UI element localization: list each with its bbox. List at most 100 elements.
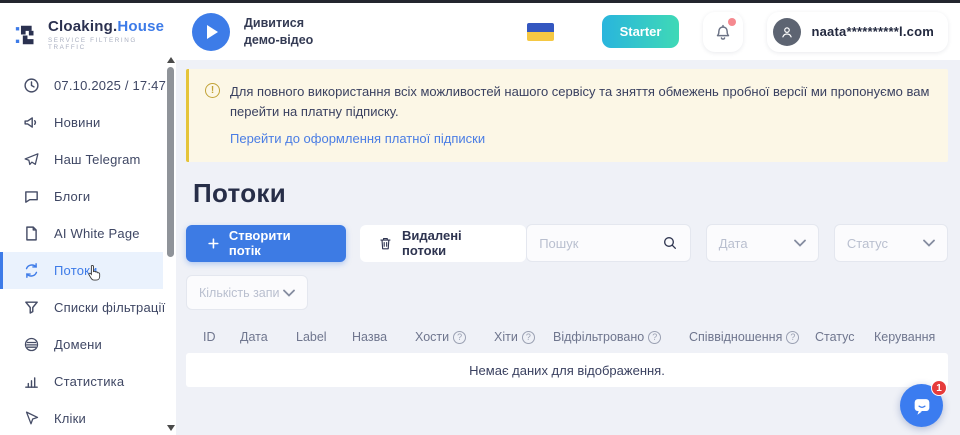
sidebar-item-label: Наш Telegram [54,152,141,167]
deleted-flows-button[interactable]: Видалені потоки [360,225,526,262]
column-header-ratio[interactable]: Співвідношення? [689,330,815,344]
help-icon[interactable]: ? [453,331,466,344]
sidebar-item-clicks[interactable]: Кліки [0,400,176,435]
ukraine-flag-icon[interactable] [527,23,554,41]
help-icon[interactable]: ? [786,331,799,344]
window-top-edge [0,0,960,3]
clock-icon [23,77,40,94]
column-header-hits[interactable]: Хіти? [494,330,553,344]
sidebar-item-label: Списки фільтрації [54,300,165,315]
plan-badge[interactable]: Starter [602,15,680,48]
per-page-row: Кількість запи [186,275,948,310]
per-page-dropdown[interactable]: Кількість запи [186,275,308,310]
search-field[interactable] [526,224,691,262]
status-filter-dropdown[interactable]: Статус [834,224,948,262]
search-input[interactable] [539,236,649,251]
trial-banner: ! Для повного використання всіх можливос… [186,69,948,162]
help-icon[interactable]: ? [522,331,535,344]
column-header-status[interactable]: Статус [815,330,874,344]
plus-icon [207,237,220,250]
chat-unread-badge: 1 [931,380,947,396]
chevron-down-icon [283,289,295,297]
help-icon[interactable]: ? [648,331,661,344]
brand-accent: House [117,18,164,35]
sidebar-item-label: Новини [54,115,100,130]
trash-icon [378,236,393,251]
sidebar-nav: 07.10.2025 / 17:47 Новини Наш Telegram Б… [0,67,176,435]
column-header-name[interactable]: Назва [352,330,415,344]
chevron-down-icon [923,239,935,247]
column-header-actions[interactable]: Керування [874,330,954,344]
avatar [773,18,801,46]
notifications-button[interactable] [703,12,743,52]
telegram-icon [23,151,40,168]
sidebar-item-filter-lists[interactable]: Списки фільтрації [0,289,176,326]
deleted-flows-label: Видалені потоки [402,228,508,258]
cursor-icon [23,410,40,427]
search-icon[interactable] [662,235,678,251]
chevron-down-icon [794,239,806,247]
mouse-hand-cursor [84,262,106,284]
logo-mark-icon [14,22,40,48]
filter-icon [23,299,40,316]
sidebar-item-label: Блоги [54,189,90,204]
scroll-down-arrow[interactable] [167,425,175,431]
column-header-label[interactable]: Label [296,330,352,344]
chat-widget-button[interactable]: 1 [900,384,943,427]
per-page-label: Кількість запи [199,286,281,300]
page-title: Потоки [193,178,948,209]
column-header-filtered[interactable]: Відфільтровано? [553,330,689,344]
sidebar-item-news[interactable]: Новини [0,104,176,141]
sidebar-item-blogs[interactable]: Блоги [0,178,176,215]
brand-dark: Cloaking. [48,18,117,35]
scroll-up-arrow[interactable] [167,57,175,63]
status-filter-label: Статус [847,236,888,251]
sidebar-item-telegram[interactable]: Наш Telegram [0,141,176,178]
demo-video-label[interactable]: Дивитися демо-відео [244,15,328,48]
sidebar-item-date[interactable]: 07.10.2025 / 17:47 [0,67,176,104]
user-menu[interactable]: naata**********l.com [767,12,948,52]
sidebar-item-label: Кліки [54,411,86,426]
sidebar: Cloaking.House SERVICE FILTERING TRAFFIC… [0,3,176,435]
chat-bubble-icon [23,188,40,205]
subscribe-link[interactable]: Перейти до оформлення платної підписки [230,131,485,146]
play-icon [207,25,218,39]
sidebar-item-label: Статистика [54,374,124,389]
warning-icon: ! [205,83,220,98]
table-empty-state: Немає даних для відображення. [186,353,948,387]
chat-icon [911,395,933,417]
banner-message: Для повного використання всіх можливосте… [230,82,932,121]
date-filter-dropdown[interactable]: Дата [706,224,819,262]
main-area: Дивитися демо-відео Starter naata*******… [176,3,960,435]
sidebar-item-label: 07.10.2025 / 17:47 [54,78,166,93]
column-header-hosts[interactable]: Хости? [415,330,494,344]
document-icon [23,225,40,242]
stats-icon [23,373,40,390]
table-header-row: ID Дата Label Назва Хости? Хіти? Відфіль… [186,330,948,344]
content: ! Для повного використання всіх можливос… [176,60,960,387]
sidebar-item-label: Домени [54,337,102,352]
sidebar-item-ai-white-page[interactable]: AI White Page [0,215,176,252]
notification-dot [728,18,736,26]
logo-text: Cloaking.House SERVICE FILTERING TRAFFIC [48,18,176,51]
sidebar-item-domains[interactable]: Домени [0,326,176,363]
sidebar-item-flows[interactable]: Потоки [0,252,163,289]
megaphone-icon [23,114,40,131]
person-icon [778,23,796,41]
date-filter-label: Дата [719,236,748,251]
logo[interactable]: Cloaking.House SERVICE FILTERING TRAFFIC [0,3,176,51]
create-flow-label: Створити потік [229,228,325,258]
sidebar-scrollbar[interactable] [166,55,174,433]
domains-icon [23,336,40,353]
flows-icon [23,262,40,279]
column-header-date[interactable]: Дата [240,330,296,344]
logo-tagline: SERVICE FILTERING TRAFFIC [48,37,176,51]
play-demo-button[interactable] [192,13,230,51]
create-flow-button[interactable]: Створити потік [186,225,346,262]
empty-state-text: Немає даних для відображення. [469,363,665,378]
sidebar-item-label: AI White Page [54,226,140,241]
sidebar-item-statistics[interactable]: Статистика [0,363,176,400]
column-header-id[interactable]: ID [186,330,240,344]
scrollbar-thumb[interactable] [167,67,174,257]
controls-row: Створити потік Видалені потоки Дата Стат… [186,224,948,262]
